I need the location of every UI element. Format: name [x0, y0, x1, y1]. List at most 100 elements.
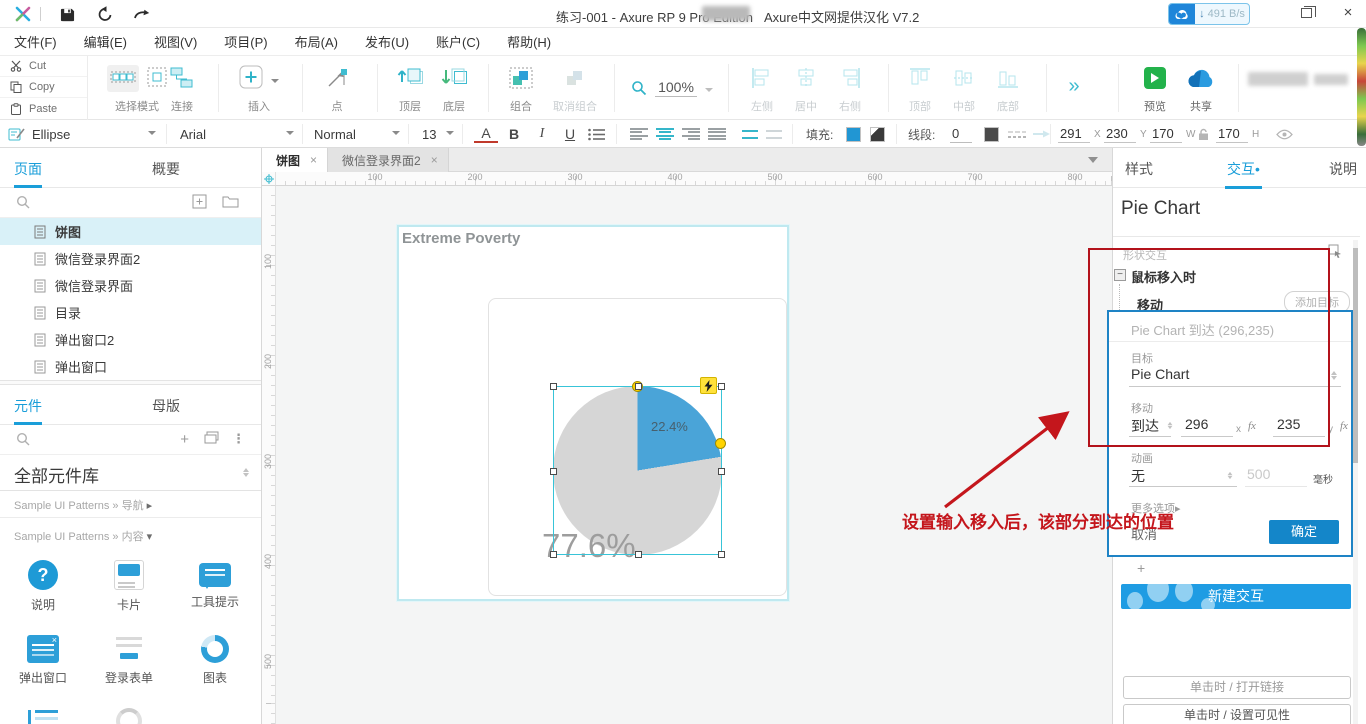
library-crumb-content[interactable]: Sample UI Patterns » 内容 ▾: [0, 518, 261, 548]
paste-button[interactable]: Paste: [0, 98, 87, 119]
bullet-list-button[interactable]: [588, 120, 605, 148]
italic-button[interactable]: I: [530, 126, 554, 142]
move-type-select[interactable]: 到达: [1131, 416, 1159, 436]
target-spinner-icon[interactable]: [1331, 368, 1337, 383]
search-icon[interactable]: [16, 195, 30, 212]
redo-icon[interactable]: [132, 5, 150, 23]
animation-select[interactable]: 无: [1131, 466, 1145, 486]
weight-caret-icon[interactable]: [392, 131, 400, 139]
library-crumb-nav[interactable]: Sample UI Patterns » 导航 ▸: [0, 491, 261, 517]
align-middle-tool[interactable]: 中部: [942, 62, 986, 114]
interaction-picker-icon[interactable]: [1328, 244, 1342, 261]
event-mouseenter[interactable]: 鼠标移入时: [1131, 267, 1196, 286]
line-color-swatch[interactable]: [984, 126, 999, 142]
shortcut-open-link-button[interactable]: 单击时 / 打开链接: [1123, 676, 1351, 699]
widget-note[interactable]: ? 说明: [0, 560, 86, 613]
widget-card[interactable]: 卡片: [86, 560, 172, 613]
widget-login-form[interactable]: 登录表单: [86, 634, 172, 686]
resize-handle-se[interactable]: [718, 551, 725, 558]
download-speed-badge[interactable]: ↓ 491 B/s: [1168, 3, 1250, 25]
insert-caret-icon[interactable]: [271, 79, 279, 87]
resize-handle-s[interactable]: [635, 551, 642, 558]
page-item[interactable]: 目录: [0, 299, 261, 326]
align-text-left-button[interactable]: [630, 120, 648, 148]
insert-tool[interactable]: 插入: [228, 62, 290, 114]
undo-icon[interactable]: [96, 5, 114, 23]
ok-button[interactable]: 确定: [1269, 520, 1339, 544]
action-summary[interactable]: Pie Chart 到达 (296,235): [1131, 320, 1274, 339]
widget-loader-partial[interactable]: [86, 708, 172, 724]
close-button[interactable]: ×: [1338, 4, 1358, 21]
visibility-eye-icon[interactable]: [1276, 120, 1293, 148]
resize-handle-sw[interactable]: [550, 551, 557, 558]
fx-button[interactable]: fx: [1248, 420, 1256, 432]
menu-view[interactable]: 视图(V): [154, 32, 197, 51]
menu-account[interactable]: 账户(C): [436, 32, 480, 51]
search-icon[interactable]: [16, 432, 30, 449]
bring-to-front-tool[interactable]: 顶层: [388, 62, 432, 114]
menu-edit[interactable]: 编辑(E): [84, 32, 127, 51]
canvas-tab[interactable]: 微信登录界面2 ×: [328, 148, 449, 172]
library-select[interactable]: 全部元件库: [0, 455, 261, 491]
widget-popup[interactable]: × 弹出窗口: [0, 634, 86, 686]
ruler-origin[interactable]: [262, 172, 276, 186]
collapse-event-icon[interactable]: −: [1114, 269, 1126, 281]
page-item[interactable]: 微信登录界面: [0, 272, 261, 299]
send-to-back-tool[interactable]: 底层: [432, 62, 476, 114]
lock-ratio-icon[interactable]: [1198, 120, 1209, 148]
cut-button[interactable]: Cut: [0, 56, 87, 77]
point-tool[interactable]: 点: [312, 62, 362, 114]
scrollbar-thumb[interactable]: [1353, 248, 1358, 463]
shortcut-set-visibility-button[interactable]: 单击时 / 设置可见性: [1123, 704, 1351, 724]
align-left-tool[interactable]: 左侧: [740, 62, 784, 114]
library-stack-icon[interactable]: [204, 431, 219, 447]
align-text-right-button[interactable]: [682, 120, 700, 148]
tab-interaction[interactable]: 交互•: [1225, 159, 1262, 189]
tab-outline[interactable]: 概要: [152, 159, 180, 179]
interaction-badge[interactable]: [700, 377, 717, 394]
font-caret-icon[interactable]: [286, 131, 294, 139]
fill-gradient-swatch[interactable]: [870, 126, 885, 142]
align-right-tool[interactable]: 右侧: [828, 62, 872, 114]
font-color-button[interactable]: A: [474, 125, 498, 143]
tab-masters[interactable]: 母版: [152, 396, 180, 416]
canvas-tab-active[interactable]: 饼图 ×: [262, 148, 329, 172]
x-position-field[interactable]: 291: [1058, 126, 1090, 143]
share-button[interactable]: 共享: [1178, 62, 1224, 114]
vertical-align-bottom-button[interactable]: [766, 120, 784, 148]
fx-button[interactable]: fx: [1340, 420, 1348, 432]
menu-help[interactable]: 帮助(H): [507, 32, 551, 51]
add-page-icon[interactable]: [192, 194, 207, 212]
maximize-button[interactable]: [1301, 6, 1316, 18]
bold-button[interactable]: B: [502, 126, 526, 142]
library-spinner-icon[interactable]: [243, 465, 249, 480]
resize-handle-nw[interactable]: [550, 383, 557, 390]
add-action-button[interactable]: +: [1137, 560, 1145, 576]
widget-list-partial[interactable]: [0, 708, 86, 724]
add-library-icon[interactable]: +: [180, 431, 189, 448]
edge-widget[interactable]: [1357, 28, 1366, 146]
resize-handle-ne[interactable]: [718, 383, 725, 390]
user-account-redacted[interactable]: [1248, 70, 1348, 92]
tab-style[interactable]: 样式: [1125, 159, 1153, 179]
connect-tool[interactable]: 连接: [156, 62, 208, 114]
tab-close-icon[interactable]: ×: [310, 153, 317, 167]
menu-project[interactable]: 项目(P): [224, 32, 267, 51]
target-select[interactable]: Pie Chart: [1131, 366, 1189, 382]
fill-color-swatch[interactable]: [846, 126, 861, 142]
height-field[interactable]: 170: [1216, 126, 1248, 143]
select-intersect-icon[interactable]: [107, 64, 139, 92]
page-item[interactable]: 微信登录界面2: [0, 245, 261, 272]
move-type-spinner-icon[interactable]: [1167, 420, 1173, 432]
toolbar-more-button[interactable]: »: [1054, 62, 1094, 110]
align-center-tool[interactable]: 居中: [784, 62, 828, 114]
resize-handle-n[interactable]: [635, 383, 642, 390]
menu-publish[interactable]: 发布(U): [365, 32, 409, 51]
tab-close-icon[interactable]: ×: [431, 153, 438, 167]
line-width-field[interactable]: 0: [950, 126, 972, 143]
add-folder-icon[interactable]: [222, 194, 239, 211]
arrow-style-button[interactable]: [1032, 120, 1050, 148]
zoom-caret-icon[interactable]: [704, 88, 713, 96]
widget-tooltip[interactable]: 工具提示: [172, 560, 258, 610]
menu-file[interactable]: 文件(F): [14, 32, 57, 51]
